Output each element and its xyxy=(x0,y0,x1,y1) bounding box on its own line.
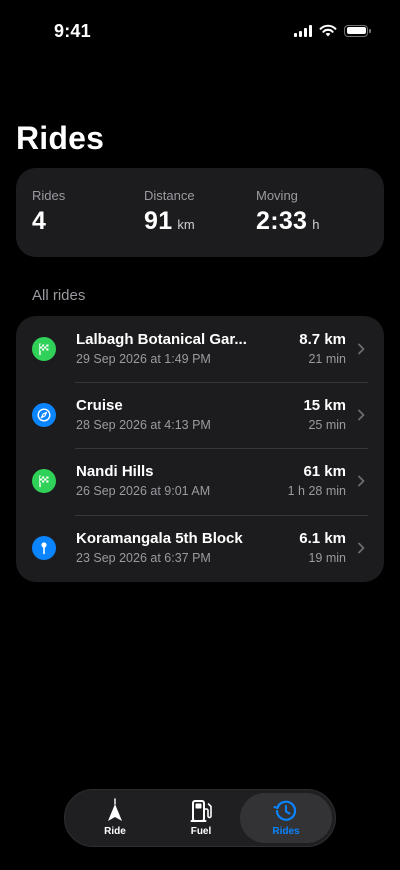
row-divider xyxy=(75,448,368,449)
stat-distance-label: Distance xyxy=(144,188,195,203)
ride-name: Cruise xyxy=(76,397,123,414)
tab-rides-label: Rides xyxy=(272,826,300,837)
stat-distance: Distance 91 km xyxy=(144,188,195,236)
ride-date: 29 Sep 2026 at 1:49 PM xyxy=(76,352,211,366)
stat-rides: Rides 4 xyxy=(32,188,65,236)
stat-distance-unit: km xyxy=(177,217,195,232)
chevron-right-icon xyxy=(358,475,365,487)
status-time: 9:41 xyxy=(54,21,91,41)
rides-list: Lalbagh Botanical Gar... 29 Sep 2026 at … xyxy=(16,316,384,582)
section-header-all-rides: All rides xyxy=(32,287,86,304)
ride-row[interactable]: Cruise 28 Sep 2026 at 4:13 PM 15 km 25 m… xyxy=(16,382,384,448)
chevron-right-icon xyxy=(358,542,365,554)
chevron-right-icon xyxy=(358,409,365,421)
ride-duration: 19 min xyxy=(308,551,346,565)
ride-distance: 8.7 km xyxy=(299,331,346,348)
ride-distance: 6.1 km xyxy=(299,530,346,547)
summary-card: Rides 4 Distance 91 km Moving 2:33 h xyxy=(16,168,384,257)
status-icons xyxy=(294,24,371,37)
tab-ride[interactable]: Ride xyxy=(69,793,161,843)
row-divider xyxy=(75,382,368,383)
ride-date: 23 Sep 2026 at 6:37 PM xyxy=(76,551,211,565)
ride-duration: 25 min xyxy=(308,418,346,432)
wifi-icon xyxy=(319,24,337,37)
tab-fuel-label: Fuel xyxy=(190,826,212,837)
ride-name: Nandi Hills xyxy=(76,463,154,480)
page-title: Rides xyxy=(16,120,105,156)
ride-row[interactable]: Lalbagh Botanical Gar... 29 Sep 2026 at … xyxy=(16,316,384,382)
ride-name: Lalbagh Botanical Gar... xyxy=(76,331,247,348)
status-bar: 9:41 xyxy=(0,0,400,60)
stat-rides-label: Rides xyxy=(32,188,66,203)
ride-duration: 1 h 28 min xyxy=(287,484,346,498)
ride-distance: 61 km xyxy=(303,463,346,480)
compass-icon xyxy=(32,403,56,427)
navigation-arrow-icon xyxy=(106,798,124,824)
ride-date: 26 Sep 2026 at 9:01 AM xyxy=(76,484,211,498)
stat-moving-label: Moving xyxy=(256,188,298,203)
stat-moving: Moving 2:33 h xyxy=(256,188,319,236)
chevron-right-icon xyxy=(358,343,365,355)
stat-distance-value: 91 xyxy=(144,207,173,235)
ride-row[interactable]: Koramangala 5th Block 23 Sep 2026 at 6:3… xyxy=(16,515,384,581)
ride-distance: 15 km xyxy=(303,397,346,414)
tab-bar: Ride Fuel Rides xyxy=(64,789,336,847)
cellular-signal-icon xyxy=(294,24,312,37)
ride-date: 28 Sep 2026 at 4:13 PM xyxy=(76,418,211,432)
ride-row[interactable]: Nandi Hills 26 Sep 2026 at 9:01 AM 61 km… xyxy=(16,448,384,514)
stat-moving-unit: h xyxy=(312,217,320,232)
tab-fuel[interactable]: Fuel xyxy=(155,793,247,843)
stat-rides-value: 4 xyxy=(32,207,47,235)
ride-name: Koramangala 5th Block xyxy=(76,530,243,547)
pin-icon xyxy=(32,536,56,560)
tab-rides[interactable]: Rides xyxy=(240,793,332,843)
flag-icon xyxy=(32,469,56,493)
battery-icon xyxy=(344,24,371,37)
ride-duration: 21 min xyxy=(308,352,346,366)
row-divider xyxy=(75,515,368,516)
tab-ride-label: Ride xyxy=(104,826,126,837)
flag-icon xyxy=(32,337,56,361)
stat-moving-value: 2:33 xyxy=(256,207,308,235)
fuel-pump-icon xyxy=(190,798,212,824)
history-clock-icon xyxy=(273,798,299,824)
